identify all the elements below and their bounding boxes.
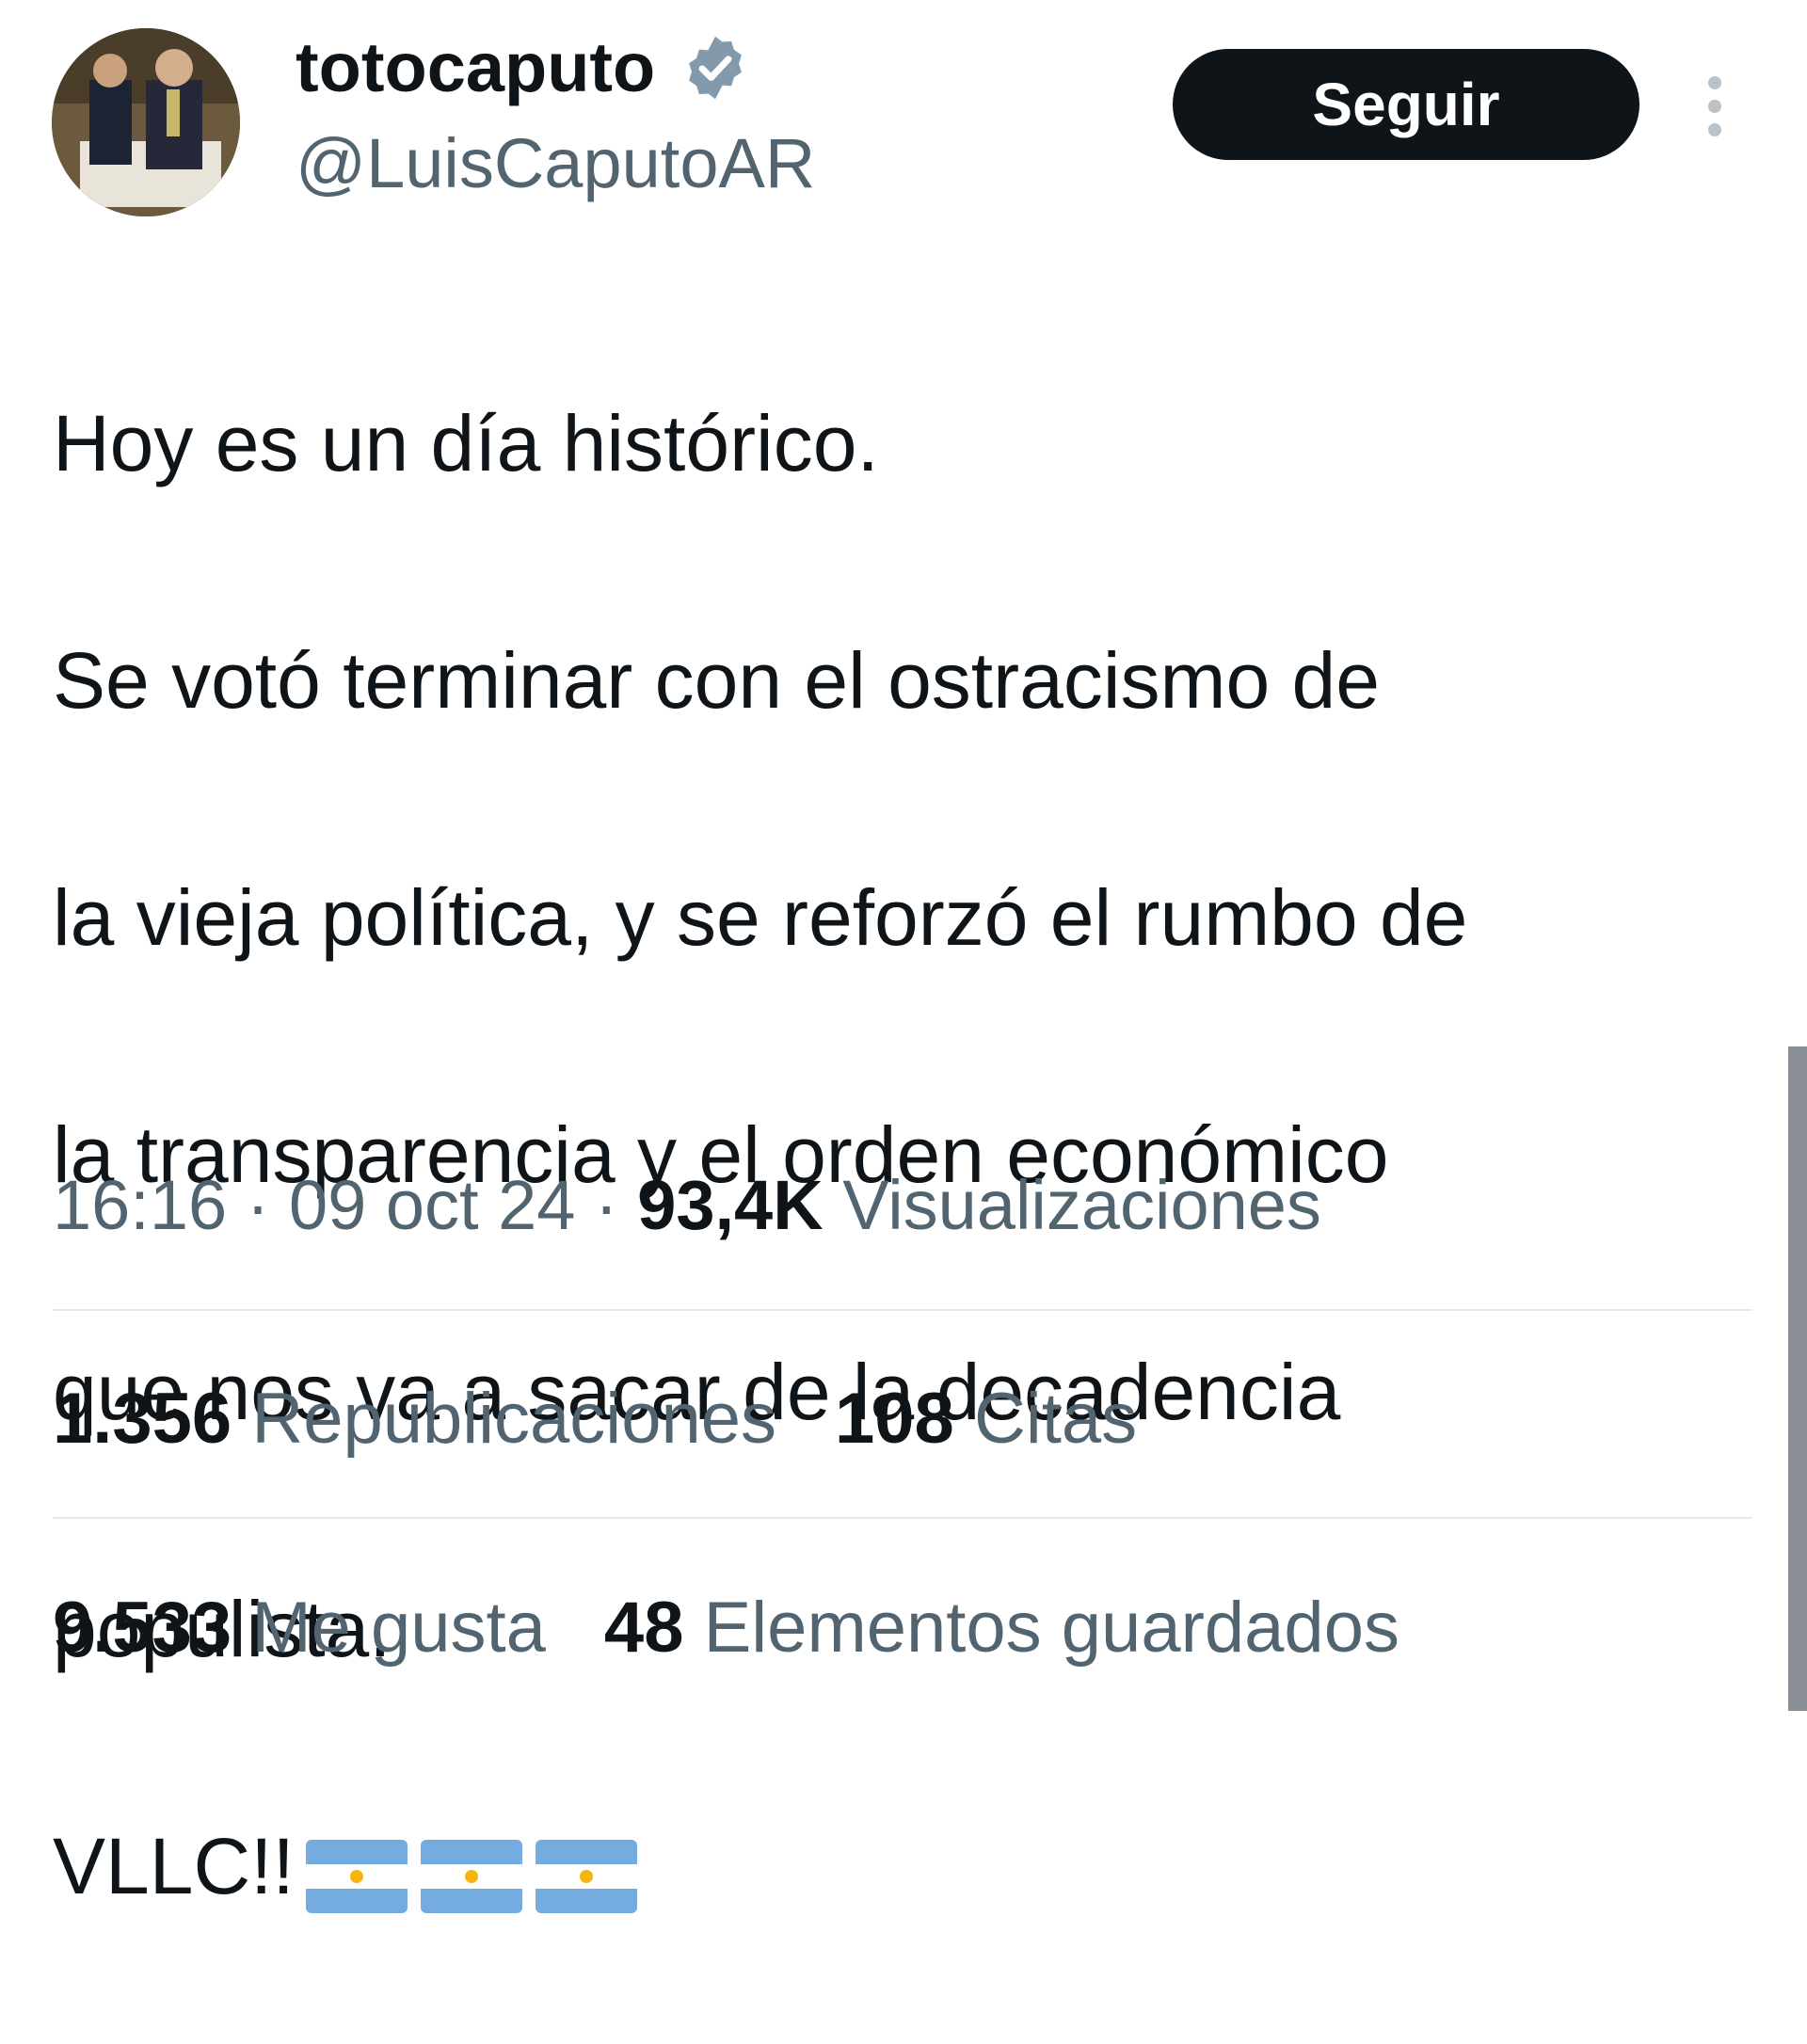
meta-separator: · — [575, 1166, 638, 1244]
avatar[interactable] — [52, 28, 240, 216]
verified-badge-icon — [680, 32, 751, 104]
divider — [53, 1517, 1752, 1519]
bookmarks-stat[interactable]: 48 Elementos guardados — [604, 1588, 1399, 1668]
tweet-line: la vieja política, y se reforzó el rumbo… — [53, 873, 1468, 962]
tweet-meta: 16:16 · 09 oct 24 · 93,4K Visualizacione… — [53, 1163, 1321, 1248]
tweet-date[interactable]: 09 oct 24 — [289, 1166, 575, 1244]
follow-button[interactable]: Seguir — [1173, 49, 1639, 160]
argentina-flag-icon — [304, 1828, 409, 1913]
tweet-line: Hoy es un día histórico. — [53, 399, 879, 487]
tweet-closing: VLLC!! — [53, 1822, 295, 1910]
display-name-text: totocaputo — [296, 28, 656, 106]
reposts-label: Republicaciones — [251, 1379, 776, 1459]
likes-count: 9.533 — [53, 1588, 232, 1668]
bookmarks-count: 48 — [603, 1588, 684, 1668]
views-count[interactable]: 93,4K — [637, 1166, 823, 1244]
tweet-line: Se votó terminar con el ostracismo de — [53, 636, 1380, 725]
user-handle[interactable]: @LuisCaputoAR — [296, 124, 815, 203]
scrollbar[interactable] — [1788, 1046, 1807, 1711]
quotes-label: Citas — [973, 1379, 1138, 1459]
reposts-stat[interactable]: 1.356 Republicaciones — [53, 1379, 776, 1459]
tweet-closing-line: VLLC!! — [53, 1807, 1747, 1925]
likes-stat[interactable]: 9.533 Me gusta — [53, 1588, 546, 1668]
quotes-stat[interactable]: 108 Citas — [835, 1379, 1137, 1459]
likes-label: Me gusta — [251, 1588, 546, 1668]
tweet-text: Hoy es un día histórico. Se votó termina… — [53, 265, 1747, 2044]
stats-reposts-row: 1.356 Republicaciones 108 Citas — [53, 1376, 1137, 1462]
display-name[interactable]: totocaputo — [296, 28, 751, 107]
stats-likes-row: 9.533 Me gusta 48 Elementos guardados — [53, 1585, 1399, 1671]
reposts-count: 1.356 — [53, 1379, 232, 1459]
views-label[interactable]: Visualizaciones — [842, 1166, 1321, 1244]
bookmarks-label: Elementos guardados — [703, 1588, 1399, 1668]
more-options-icon[interactable] — [1696, 73, 1734, 139]
meta-separator: · — [227, 1166, 289, 1244]
argentina-flag-icon — [534, 1828, 639, 1913]
argentina-flag-icon — [419, 1828, 524, 1913]
quotes-count: 108 — [835, 1379, 954, 1459]
tweet-time[interactable]: 16:16 — [53, 1166, 227, 1244]
divider — [53, 1309, 1752, 1311]
